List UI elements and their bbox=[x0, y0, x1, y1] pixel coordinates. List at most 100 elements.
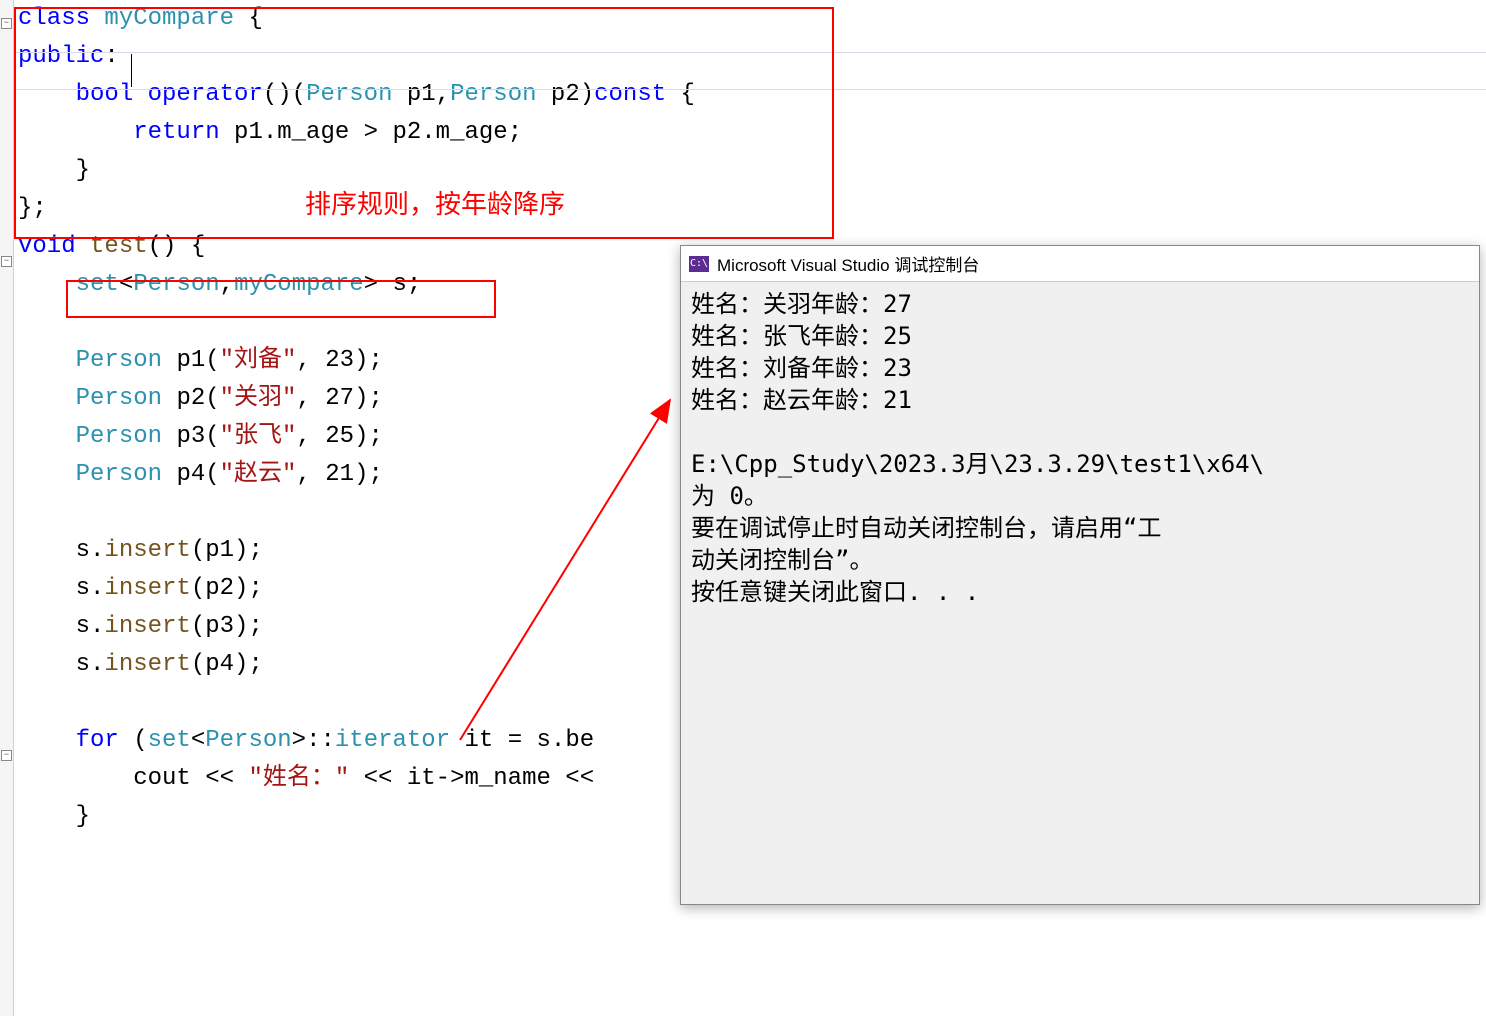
code-token: } bbox=[18, 803, 90, 830]
code-token: < bbox=[191, 727, 205, 754]
console-output[interactable]: 姓名：关羽年龄：27 姓名：张飞年龄：25 姓名：刘备年龄：23 姓名：赵云年龄… bbox=[681, 282, 1479, 614]
code-token: public bbox=[18, 43, 104, 70]
code-token: "姓名：" bbox=[248, 765, 349, 792]
code-token: for bbox=[76, 727, 134, 754]
console-icon: C:\ bbox=[689, 256, 709, 272]
code-token: , 23); bbox=[296, 347, 382, 374]
code-line[interactable]: } bbox=[18, 152, 1486, 190]
code-token: Person bbox=[450, 81, 536, 108]
code-gutter bbox=[0, 0, 14, 1016]
code-token bbox=[18, 461, 76, 488]
code-token: return bbox=[133, 119, 234, 146]
code-token: it = s.be bbox=[450, 727, 594, 754]
code-token: , bbox=[220, 271, 234, 298]
code-token: "张飞" bbox=[220, 423, 297, 450]
code-token bbox=[18, 727, 76, 754]
code-token: Person bbox=[133, 271, 219, 298]
code-token: (p2); bbox=[191, 575, 263, 602]
code-token: p1 bbox=[176, 347, 205, 374]
code-token: p1.m_age > p2.m_age; bbox=[234, 119, 522, 146]
code-token: set bbox=[76, 271, 119, 298]
code-token: insert bbox=[104, 537, 190, 564]
code-token bbox=[18, 81, 76, 108]
code-token: Person bbox=[76, 461, 162, 488]
code-line[interactable]: public: bbox=[18, 38, 1486, 76]
code-token: (p3); bbox=[191, 613, 263, 640]
code-line[interactable]: return p1.m_age > p2.m_age; bbox=[18, 114, 1486, 152]
code-token: cout << bbox=[18, 765, 248, 792]
code-token: { bbox=[681, 81, 695, 108]
code-token: , 27); bbox=[296, 385, 382, 412]
fold-marker-icon[interactable]: − bbox=[1, 750, 12, 761]
code-token: >:: bbox=[292, 727, 335, 754]
fold-marker-icon[interactable]: − bbox=[1, 18, 12, 29]
code-line[interactable]: }; bbox=[18, 190, 1486, 228]
code-token: ( bbox=[133, 727, 147, 754]
code-token: myCompare bbox=[234, 271, 364, 298]
code-token: bool bbox=[76, 81, 148, 108]
code-token: test bbox=[90, 233, 148, 260]
code-token: p2) bbox=[537, 81, 595, 108]
code-token bbox=[18, 385, 76, 412]
code-token: ()( bbox=[263, 81, 306, 108]
code-token: "刘备" bbox=[220, 347, 297, 374]
code-token bbox=[162, 461, 176, 488]
code-token bbox=[162, 385, 176, 412]
code-token bbox=[18, 423, 76, 450]
console-title: Microsoft Visual Studio 调试控制台 bbox=[717, 251, 979, 276]
code-token: insert bbox=[104, 651, 190, 678]
code-token: ( bbox=[205, 423, 219, 450]
code-token: ( bbox=[205, 385, 219, 412]
text-cursor bbox=[131, 54, 132, 87]
code-token: << it->m_name << bbox=[349, 765, 594, 792]
code-token: s. bbox=[18, 613, 104, 640]
code-token bbox=[162, 347, 176, 374]
code-token: s. bbox=[18, 537, 104, 564]
code-token: Person bbox=[76, 423, 162, 450]
code-token: set bbox=[148, 727, 191, 754]
code-token: ( bbox=[205, 461, 219, 488]
code-token: : bbox=[104, 43, 118, 70]
code-token: < bbox=[119, 271, 133, 298]
code-token bbox=[18, 347, 76, 374]
code-token: () { bbox=[148, 233, 206, 260]
code-token: ( bbox=[205, 347, 219, 374]
console-window[interactable]: C:\ Microsoft Visual Studio 调试控制台 姓名：关羽年… bbox=[680, 245, 1480, 905]
code-token: } bbox=[18, 157, 90, 184]
code-token: , 21); bbox=[296, 461, 382, 488]
code-token: p4 bbox=[176, 461, 205, 488]
code-token: myCompare bbox=[104, 5, 234, 32]
code-token: p3 bbox=[176, 423, 205, 450]
code-token: "关羽" bbox=[220, 385, 297, 412]
code-token: void bbox=[18, 233, 90, 260]
code-token: Person bbox=[306, 81, 392, 108]
code-token: insert bbox=[104, 575, 190, 602]
code-token: Person bbox=[76, 385, 162, 412]
code-token: "赵云" bbox=[220, 461, 297, 488]
code-token: p2 bbox=[176, 385, 205, 412]
code-line[interactable]: bool operator()(Person p1,Person p2)cons… bbox=[18, 76, 1486, 114]
code-token bbox=[18, 271, 76, 298]
code-token: Person bbox=[205, 727, 291, 754]
code-token: iterator bbox=[335, 727, 450, 754]
code-line[interactable]: class myCompare { bbox=[18, 0, 1486, 38]
code-token: operator bbox=[148, 81, 263, 108]
code-token: > s; bbox=[364, 271, 422, 298]
fold-marker-icon[interactable]: − bbox=[1, 256, 12, 267]
code-token bbox=[18, 119, 133, 146]
code-token: (p1); bbox=[191, 537, 263, 564]
code-token: s. bbox=[18, 651, 104, 678]
code-token: const bbox=[594, 81, 680, 108]
code-token: (p4); bbox=[191, 651, 263, 678]
code-token bbox=[162, 423, 176, 450]
code-token: Person bbox=[76, 347, 162, 374]
code-token: insert bbox=[104, 613, 190, 640]
code-token: }; bbox=[18, 195, 47, 222]
code-token: p1, bbox=[392, 81, 450, 108]
code-token: class bbox=[18, 5, 104, 32]
code-token: , 25); bbox=[296, 423, 382, 450]
console-titlebar[interactable]: C:\ Microsoft Visual Studio 调试控制台 bbox=[681, 246, 1479, 282]
code-token: { bbox=[234, 5, 263, 32]
annotation-text: 排序规则，按年龄降序 bbox=[305, 184, 565, 221]
code-token: s. bbox=[18, 575, 104, 602]
